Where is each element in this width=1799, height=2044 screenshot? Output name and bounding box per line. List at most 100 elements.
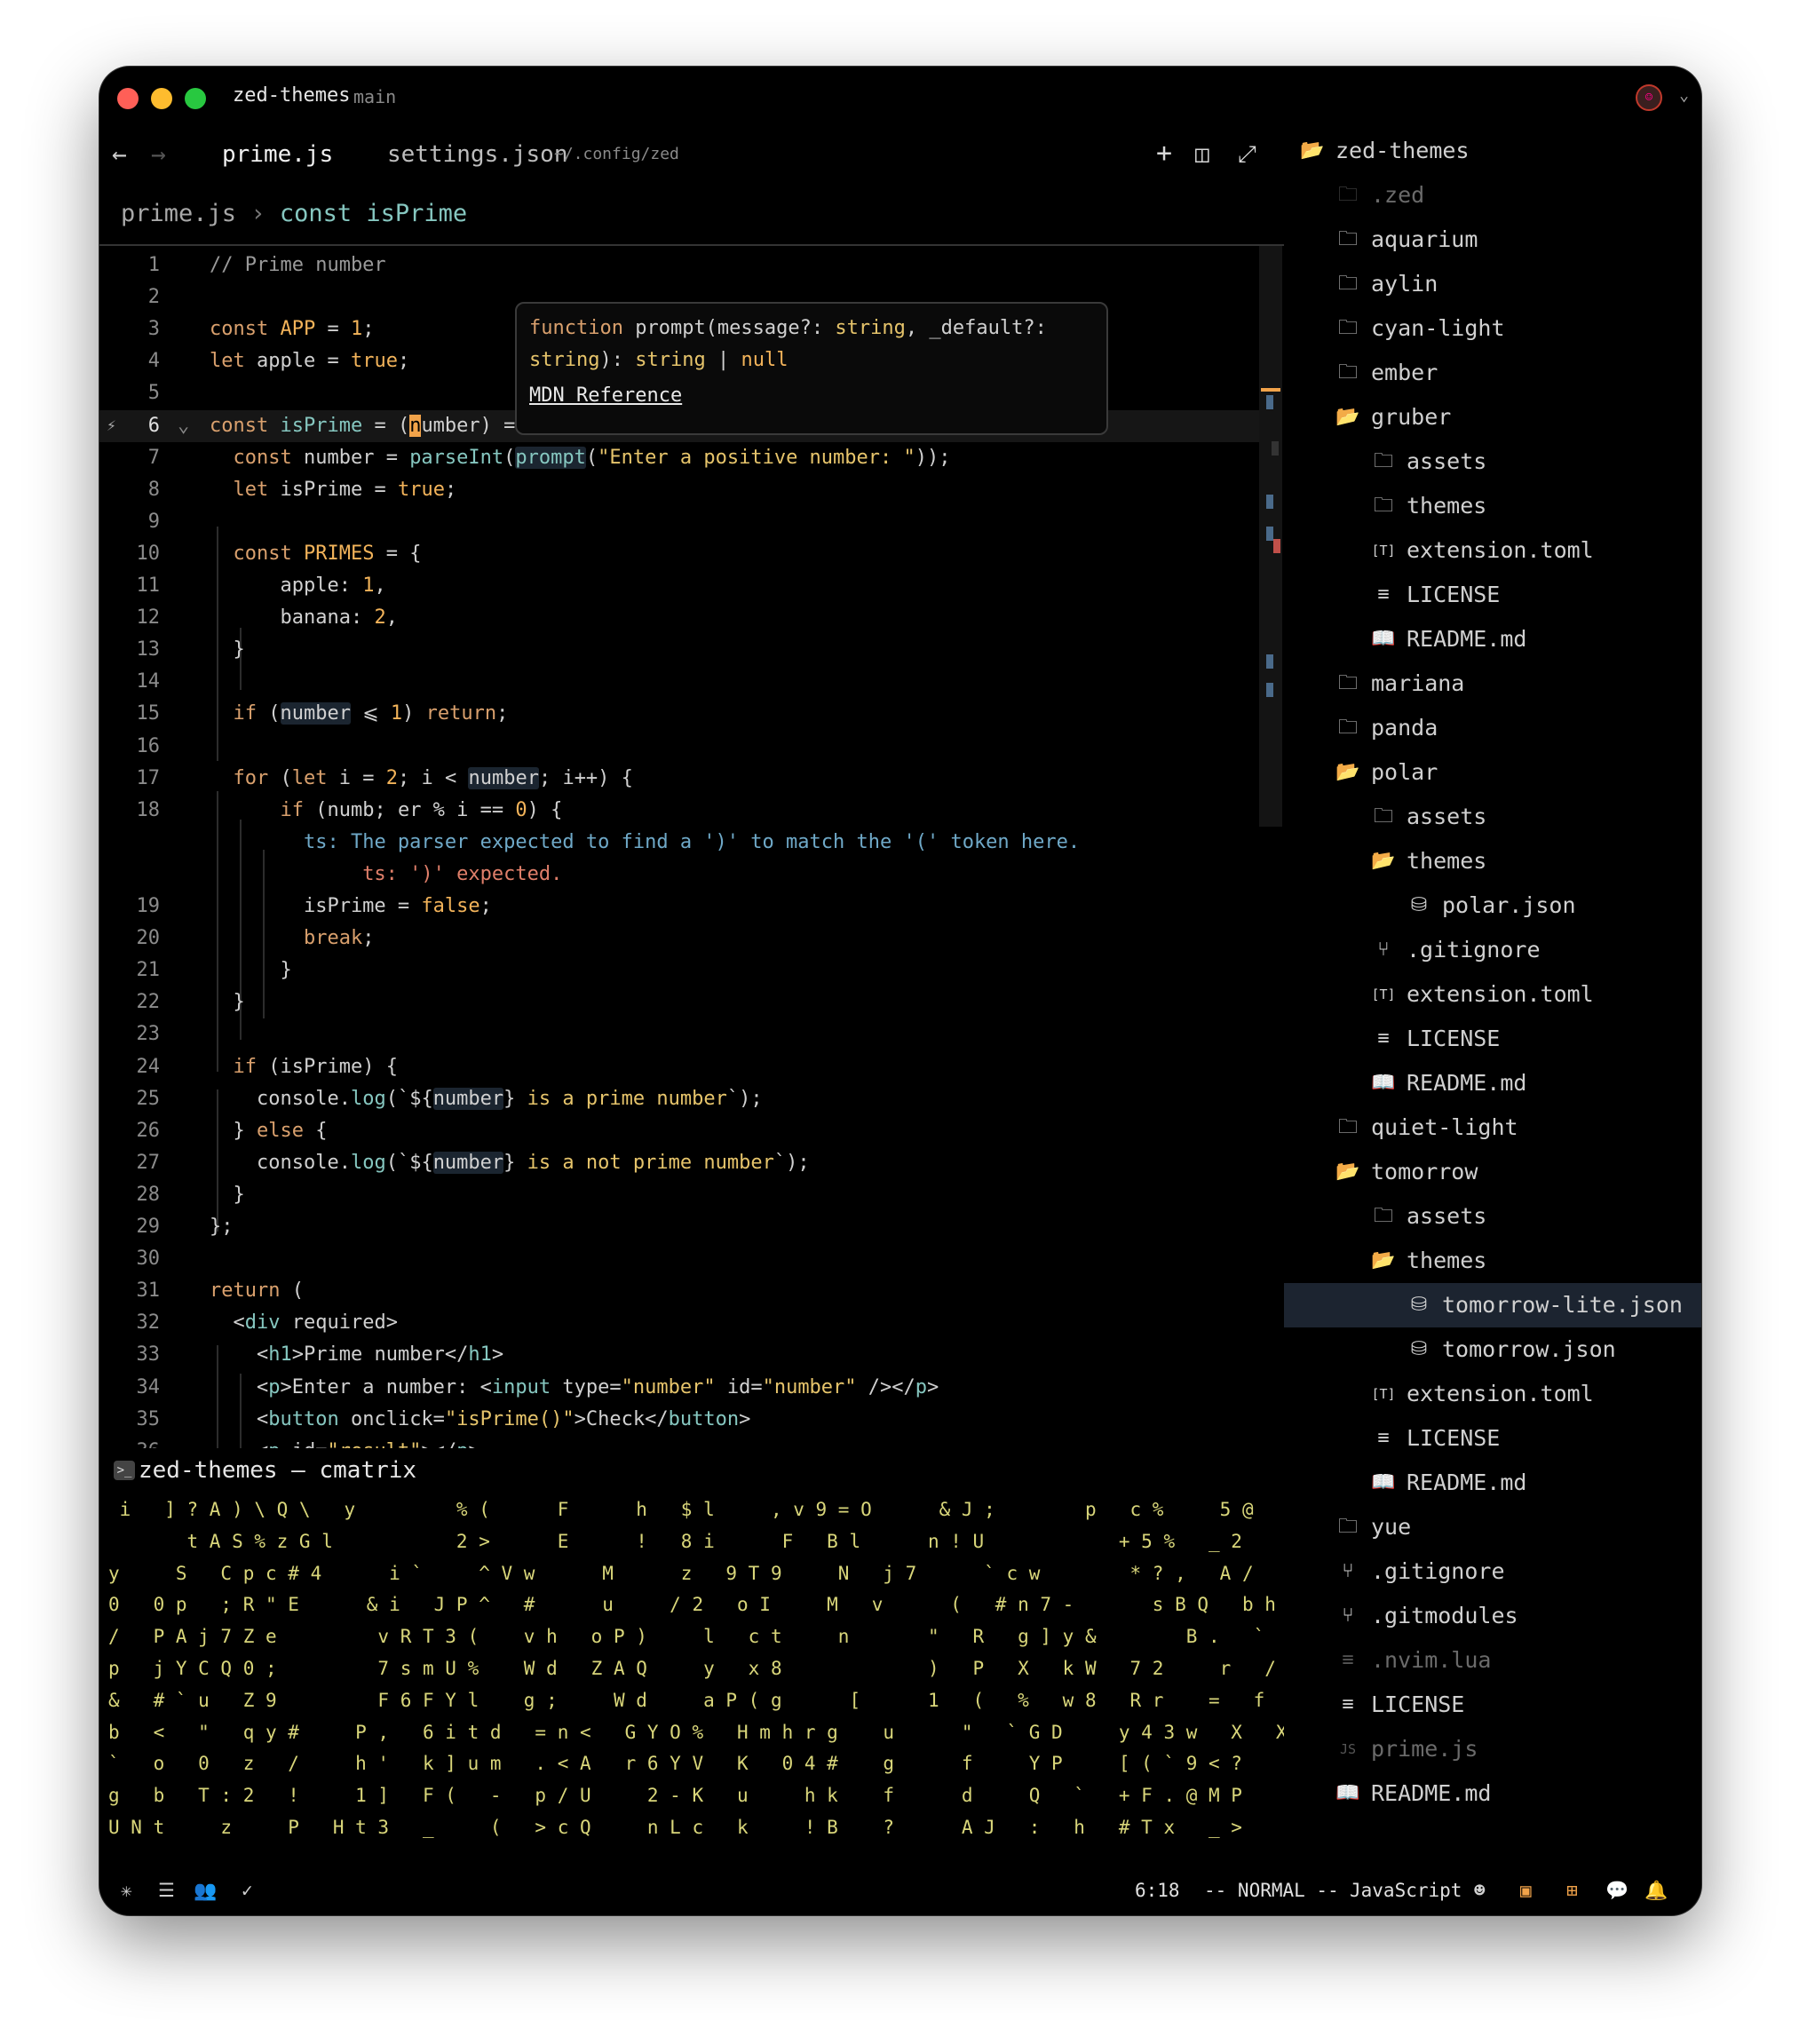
tab-settings-json[interactable]: settings.json	[387, 141, 568, 168]
code-line[interactable]: 19 isPrime = false;	[99, 891, 1263, 923]
mdn-reference-link[interactable]: MDN Reference	[529, 380, 1094, 412]
code-line[interactable]: 17 for (let i = 2; i < number; i++) {	[99, 763, 1263, 795]
outline-icon[interactable]: ☰	[158, 1880, 175, 1901]
code-line[interactable]: 28 }	[99, 1179, 1263, 1211]
breadcrumb[interactable]: prime.js › const isPrime	[121, 200, 467, 227]
code-line[interactable]: 27 console.log(`${number} is a not prime…	[99, 1147, 1263, 1179]
code-line[interactable]: 15 if (number ⩽ 1) return;	[99, 698, 1263, 730]
editor-scrollbar[interactable]	[1259, 246, 1282, 827]
sidebar-item[interactable]: JS prime.js	[1284, 1727, 1701, 1771]
copilot-icon[interactable]: ☻	[1474, 1880, 1486, 1901]
sidebar-item[interactable]: 📖 README.md	[1284, 1461, 1701, 1505]
code-line[interactable]: 16	[99, 731, 1263, 763]
code-line[interactable]: 8 let isPrime = true;	[99, 474, 1263, 506]
sidebar-item[interactable]: 📖 README.md	[1284, 617, 1701, 662]
code-line[interactable]: 7 const number = parseInt(prompt("Enter …	[99, 442, 1263, 474]
sidebar-item[interactable]: 📂 polar	[1284, 750, 1701, 795]
fold-chevron-icon[interactable]: ⌄	[178, 410, 189, 442]
sidebar-item[interactable]: 🗀 mariana	[1284, 662, 1701, 706]
sidebar-item[interactable]: 🗀 aylin	[1284, 262, 1701, 306]
sidebar-item[interactable]: 🗀 aquarium	[1284, 218, 1701, 262]
chat-icon[interactable]: 💬	[1605, 1880, 1629, 1902]
sidebar-item[interactable]: 🗀 cyan-light	[1284, 306, 1701, 351]
sidebar-item[interactable]: 📖 README.md	[1284, 1771, 1701, 1816]
diagnostic-line[interactable]: ts: The parser expected to find a ')' to…	[99, 827, 1263, 859]
sidebar-item[interactable]: ⛁ polar.json	[1284, 883, 1701, 928]
code-line[interactable]: 31 return (	[99, 1275, 1263, 1307]
sidebar-item[interactable]: ≡ LICENSE	[1284, 1683, 1701, 1727]
sidebar-item[interactable]: 🗀 themes	[1284, 484, 1701, 528]
bell-icon[interactable]: 🔔	[1644, 1880, 1668, 1902]
sidebar-item[interactable]: 🗀 .zed	[1284, 173, 1701, 218]
code-line[interactable]: 13 }	[99, 634, 1263, 666]
tab-prime-js[interactable]: prime.js	[222, 141, 333, 168]
back-arrow-icon[interactable]: ←	[112, 139, 127, 169]
code-line[interactable]: 11 apple: 1,	[99, 570, 1263, 602]
code-line[interactable]: 35 <button onclick="isPrime()">Check</bu…	[99, 1404, 1263, 1436]
code-line[interactable]: 25 console.log(`${number} is a prime num…	[99, 1083, 1263, 1115]
maximize-button[interactable]	[185, 88, 206, 109]
sidebar-item[interactable]: ⑂ .gitmodules	[1284, 1594, 1701, 1638]
code-line[interactable]: 1 // Prime number	[99, 250, 1263, 281]
sidebar-item[interactable]: [T] extension.toml	[1284, 1372, 1701, 1416]
code-line[interactable]: 9	[99, 506, 1263, 538]
code-line[interactable]: 20 break;	[99, 923, 1263, 955]
sidebar-item[interactable]: [T] extension.toml	[1284, 972, 1701, 1017]
sidebar-item[interactable]: 📂 zed-themes	[1284, 129, 1701, 173]
sidebar-item[interactable]: ⛁ tomorrow.json	[1284, 1327, 1701, 1372]
project-name[interactable]: zed-themes	[233, 84, 350, 107]
sidebar-item[interactable]: 📂 themes	[1284, 839, 1701, 883]
code-line[interactable]: 32 <div required>	[99, 1307, 1263, 1339]
terminal-toggle-icon[interactable]: ▣	[1520, 1880, 1532, 1901]
chevron-down-icon[interactable]: ⌄	[1679, 86, 1689, 105]
code-line[interactable]: 21 }	[99, 955, 1263, 986]
sidebar-item[interactable]: 🗀 panda	[1284, 706, 1701, 750]
project-panel-icon[interactable]: ⊞	[1566, 1880, 1578, 1901]
code-line[interactable]: 34 <p>Enter a number: <input type="numbe…	[99, 1372, 1263, 1404]
code-line[interactable]: 18 if (numb; er % i == 0) {	[99, 795, 1263, 827]
sidebar-item[interactable]: 📂 gruber	[1284, 395, 1701, 440]
code-line[interactable]: 14	[99, 666, 1263, 698]
sidebar-item[interactable]: 🗀 ember	[1284, 351, 1701, 395]
language-selector[interactable]: JavaScript	[1350, 1880, 1462, 1901]
sidebar-item[interactable]: ≡ LICENSE	[1284, 1017, 1701, 1061]
sidebar-item[interactable]: ⑂ .gitignore	[1284, 1549, 1701, 1594]
sidebar-item[interactable]: ⛁ tomorrow-lite.json	[1284, 1283, 1701, 1327]
sidebar-item[interactable]: ≡ LICENSE	[1284, 1416, 1701, 1461]
code-line[interactable]: 22 }	[99, 986, 1263, 1018]
sidebar-item[interactable]: ≡ .nvim.lua	[1284, 1638, 1701, 1683]
sidebar-item[interactable]: 🗀 assets	[1284, 795, 1701, 839]
sidebar-item[interactable]: 📂 themes	[1284, 1239, 1701, 1283]
close-button[interactable]	[117, 88, 139, 109]
code-line[interactable]: 29};	[99, 1211, 1263, 1243]
forward-arrow-icon[interactable]: →	[151, 139, 166, 169]
sidebar-item[interactable]: ⑂ .gitignore	[1284, 928, 1701, 972]
sidebar-item[interactable]: 📂 tomorrow	[1284, 1150, 1701, 1194]
sidebar-item[interactable]: [T] extension.toml	[1284, 528, 1701, 573]
code-line[interactable]: 12 banana: 2,	[99, 602, 1263, 634]
sidebar-item[interactable]: 🗀 yue	[1284, 1505, 1701, 1549]
diagnostic-line[interactable]: ts: ')' expected.	[99, 859, 1263, 891]
code-line[interactable]: 36 <p id="result"></p>	[99, 1436, 1263, 1448]
minimize-button[interactable]	[151, 88, 172, 109]
maximize-icon[interactable]: ⤢	[1238, 141, 1256, 169]
ai-sparkle-icon[interactable]: ✳	[121, 1880, 132, 1901]
code-line[interactable]: 33 <h1>Prime number</h1>	[99, 1339, 1263, 1371]
sidebar-item[interactable]: 🗀 assets	[1284, 1194, 1701, 1239]
plus-icon[interactable]: +	[1156, 138, 1172, 169]
code-line[interactable]: 10 const PRIMES = {	[99, 538, 1263, 570]
code-line[interactable]: 23	[99, 1018, 1263, 1050]
code-line[interactable]: 30	[99, 1243, 1263, 1275]
sidebar-item[interactable]: 📖 README.md	[1284, 1061, 1701, 1105]
avatar[interactable]: ☺	[1636, 84, 1662, 111]
split-pane-icon[interactable]: ◫	[1195, 141, 1209, 168]
code-line[interactable]: 26 } else {	[99, 1115, 1263, 1147]
lightning-icon[interactable]: ⚡	[107, 410, 116, 442]
sidebar-item[interactable]: 🗀 quiet-light	[1284, 1105, 1701, 1150]
sidebar-item[interactable]: ≡ LICENSE	[1284, 573, 1701, 617]
collab-icon[interactable]: 👥	[194, 1880, 217, 1902]
cursor-position[interactable]: 6:18	[1135, 1880, 1180, 1901]
terminal-panel[interactable]: >_ zed-themes — cmatrix i ] ? A ) \ Q \ …	[99, 1448, 1284, 1866]
branch-name[interactable]: main	[353, 86, 396, 107]
code-line[interactable]: 24 if (isPrime) {	[99, 1051, 1263, 1083]
